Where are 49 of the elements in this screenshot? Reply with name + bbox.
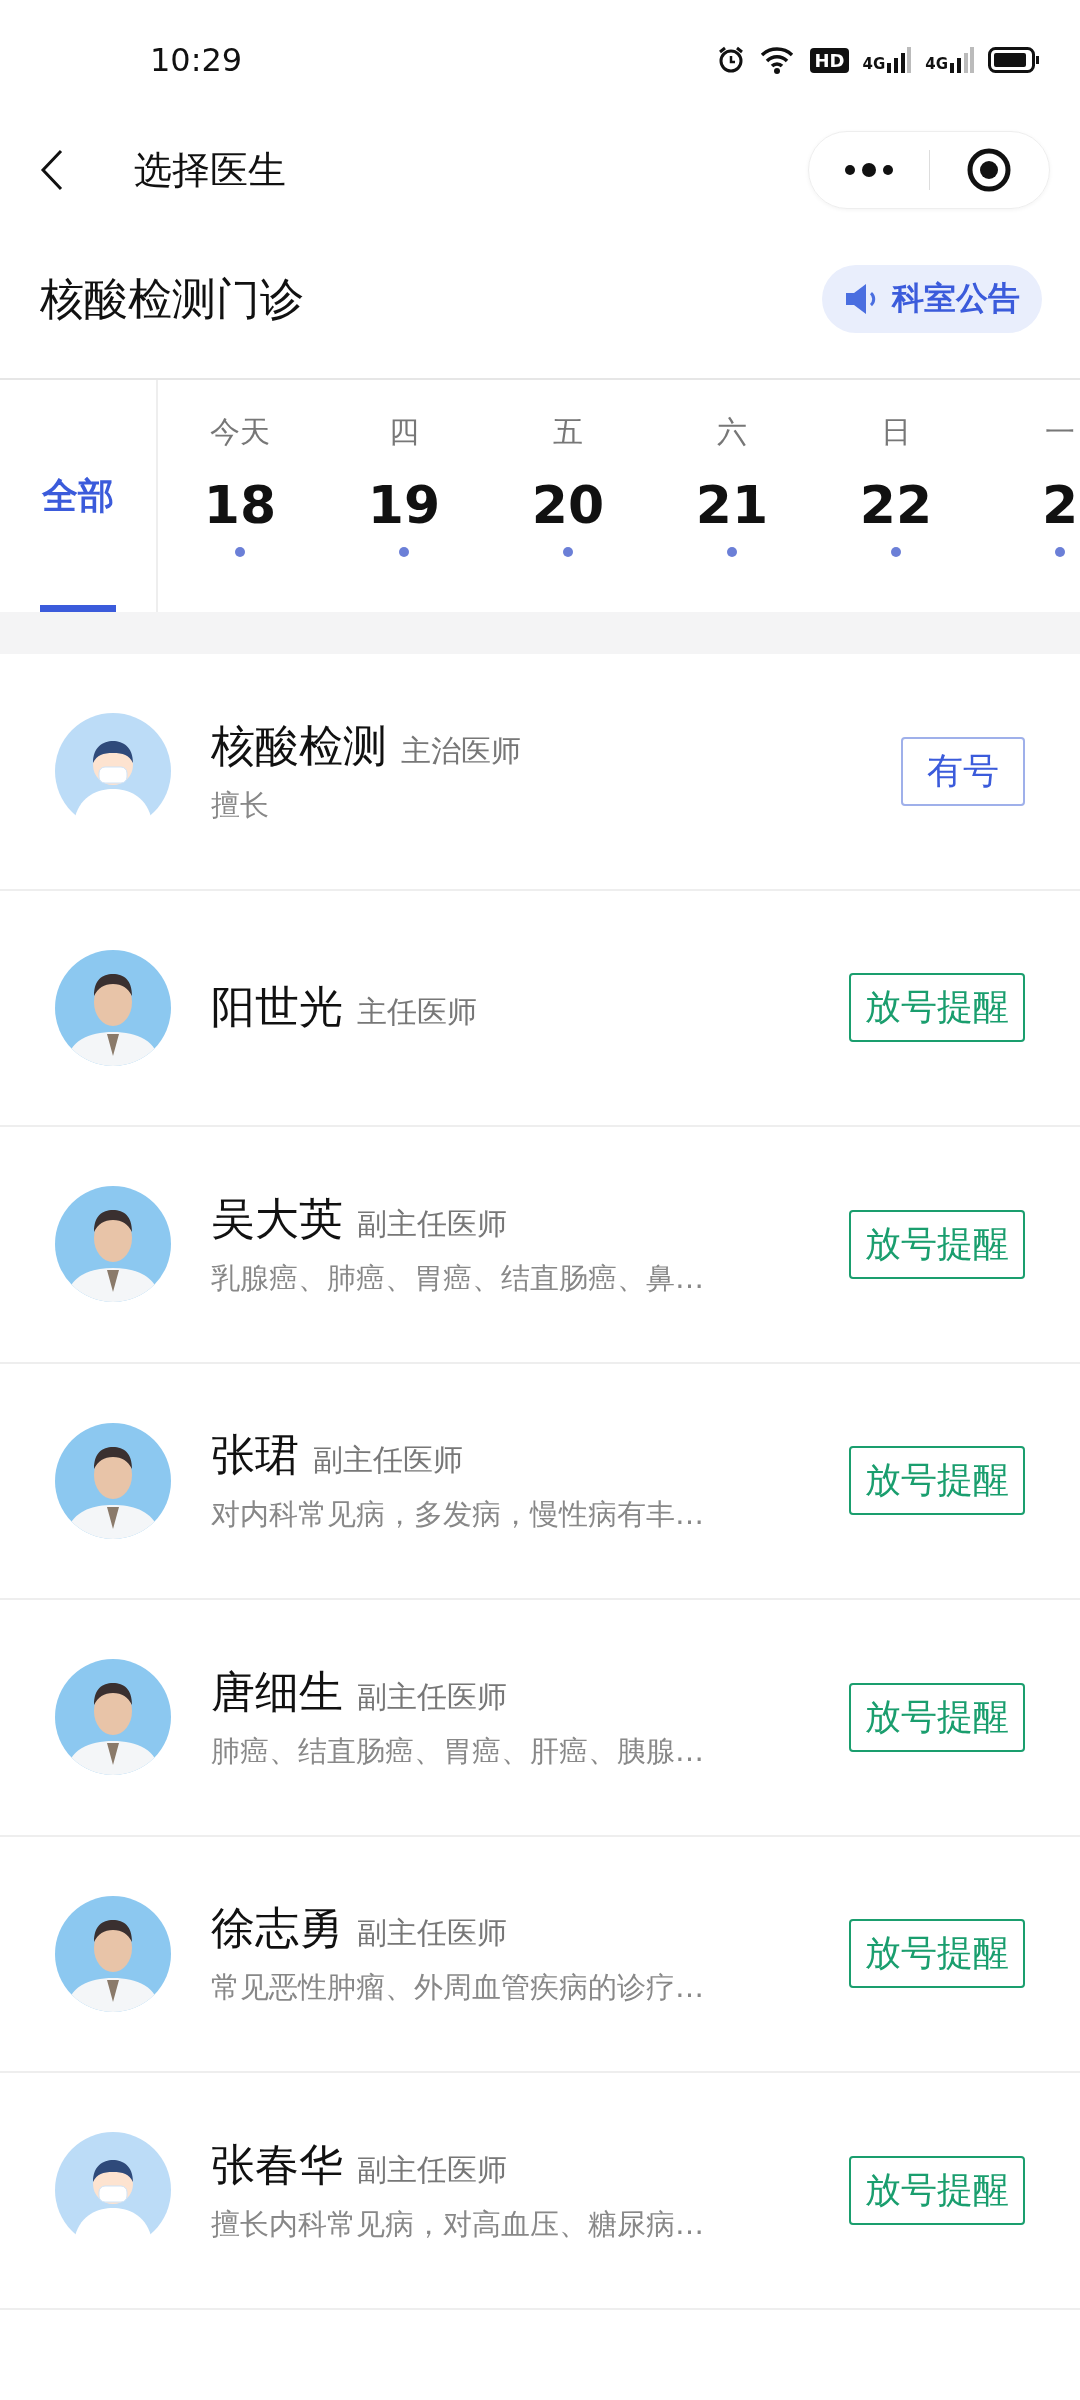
doctor-specialty: 乳腺癌、肺癌、胃癌、结直肠癌、鼻… [211, 1259, 705, 1297]
doctor-title: 主治医师 [401, 731, 521, 770]
reminder-button[interactable]: 放号提醒 [849, 1919, 1025, 1989]
date-tab[interactable]: 日 22 [814, 380, 978, 612]
date-tab[interactable]: 四 19 [322, 380, 486, 612]
doctor-title: 副主任医师 [357, 1914, 507, 1953]
doctor-name: 张春华 [211, 2137, 343, 2192]
signal-icon [950, 47, 974, 73]
doctor-name: 唐细生 [211, 1664, 343, 1719]
doctor-name: 阳世光 [211, 980, 343, 1035]
reminder-button[interactable]: 放号提醒 [849, 973, 1025, 1043]
available-button[interactable]: 有号 [901, 736, 1025, 806]
doctor-title: 主任医师 [357, 993, 477, 1032]
close-icon[interactable] [966, 147, 1013, 193]
date-tab[interactable]: 六 21 [650, 380, 814, 612]
doctor-title: 副主任医师 [357, 1204, 507, 1243]
signal-icon [887, 47, 912, 73]
reminder-button[interactable]: 放号提醒 [849, 1209, 1025, 1279]
doctor-specialty: 擅长内科常见病，对高血压、糖尿病… [211, 2205, 705, 2243]
status-time: 10:29 [150, 41, 243, 79]
battery-icon [988, 47, 1040, 73]
reminder-button[interactable]: 放号提醒 [849, 1682, 1025, 1752]
speaker-icon [844, 283, 878, 315]
page-title: 选择医生 [134, 146, 286, 194]
department-name: 核酸检测门诊 [40, 271, 304, 326]
doctor-name: 徐志勇 [211, 1901, 343, 1956]
network-label: 4G [862, 55, 886, 73]
network-label: 4G [925, 55, 948, 73]
hd-badge: HD [810, 47, 849, 73]
date-tab[interactable]: 五 20 [486, 380, 650, 612]
doctor-specialty: 擅长 [211, 786, 270, 824]
more-icon[interactable] [842, 163, 895, 177]
doctor-name: 核酸检测 [211, 718, 387, 773]
back-icon[interactable] [40, 149, 64, 191]
doctor-specialty: 常见恶性肿瘤、外周血管疾病的诊疗… [211, 1969, 705, 2007]
reminder-button[interactable]: 放号提醒 [849, 2155, 1025, 2225]
doctor-title: 副主任医师 [313, 1441, 463, 1480]
default-avatar-icon [55, 2132, 171, 2249]
notice-button[interactable]: 科室公告 [822, 265, 1042, 333]
doctor-specialty: 对内科常见病，多发病，慢性病有丰… [211, 1496, 705, 1534]
doctor-name: 吴大英 [211, 1191, 343, 1246]
doctor-name: 张珺 [211, 1428, 299, 1483]
doctor-specialty: 肺癌、结直肠癌、胃癌、肝癌、胰腺… [211, 1732, 705, 1770]
date-tab[interactable]: 一 2 [978, 380, 1080, 612]
default-avatar-icon [55, 713, 171, 830]
date-tab[interactable]: 今天 18 [158, 380, 322, 612]
reminder-button[interactable]: 放号提醒 [849, 1446, 1025, 1516]
doctor-title: 副主任医师 [357, 1677, 507, 1716]
doctor-title: 副主任医师 [357, 2150, 507, 2189]
